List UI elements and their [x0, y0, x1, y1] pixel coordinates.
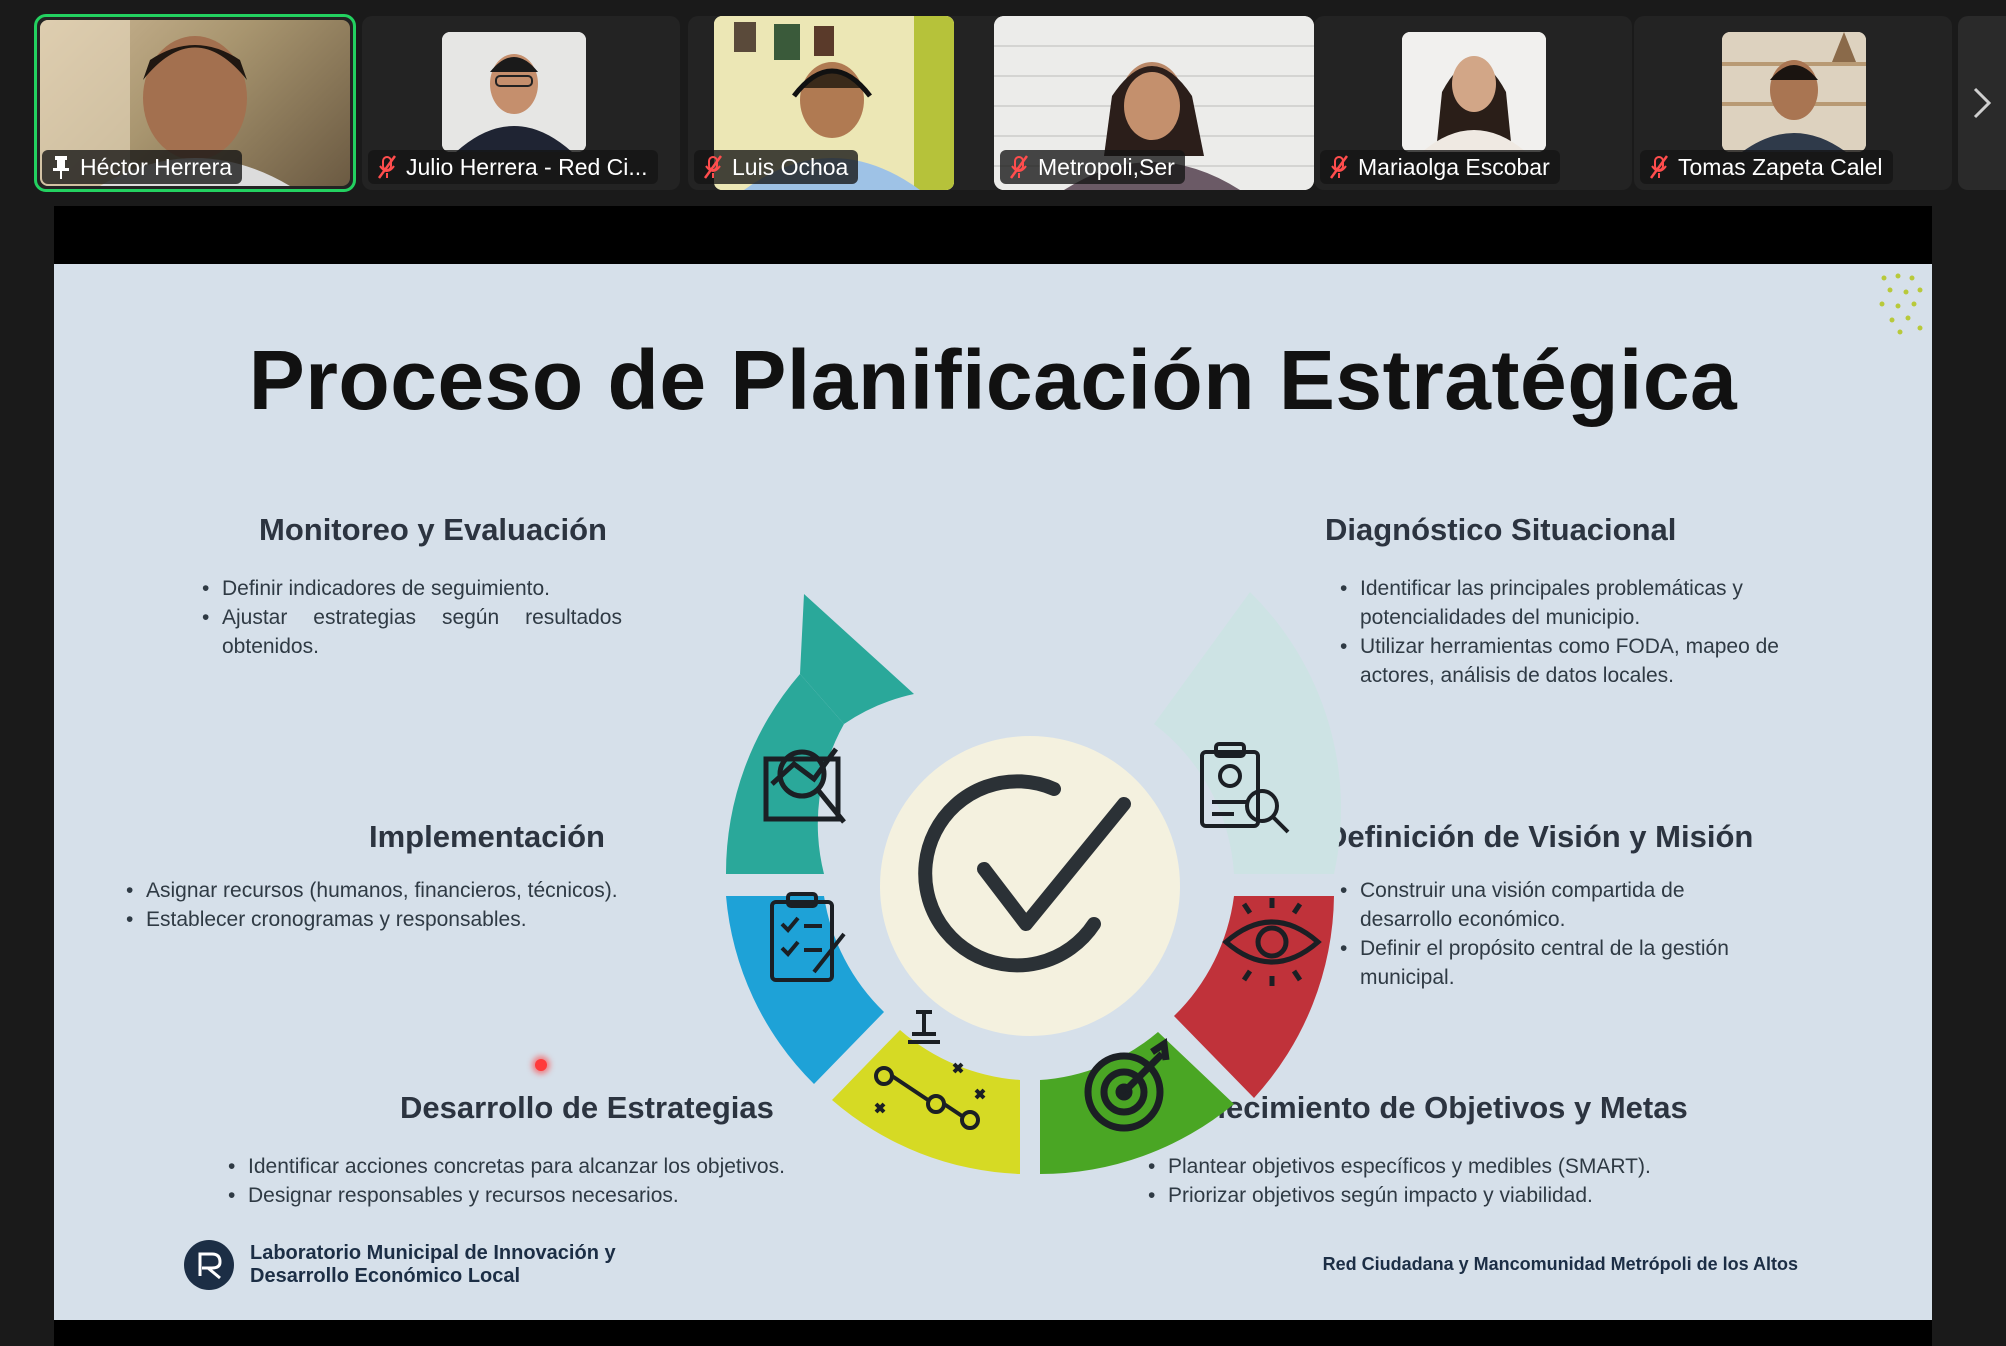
participant-nametag: Mariaolga Escobar [1320, 150, 1560, 184]
participant-name: Metropoli,Ser [1038, 154, 1175, 180]
muted-microphone-icon [1329, 155, 1349, 179]
participant-tile[interactable]: Julio Herrera - Red Ci... [362, 16, 680, 190]
muted-microphone-icon [377, 155, 397, 179]
participant-name: Héctor Herrera [80, 154, 233, 180]
participant-tile[interactable]: Metropoli,Ser [994, 16, 1314, 190]
participant-gallery: Héctor Herrera Julio Herrera - Red Ci... [0, 0, 2006, 200]
section-title-diagnostico: Diagnóstico Situacional [1325, 512, 1677, 547]
footer-lab-name: Laboratorio Municipal de Innovación y De… [250, 1242, 616, 1287]
participant-video [442, 32, 586, 152]
pin-icon [53, 156, 69, 179]
footer-organization: Red Ciudadana y Mancomunidad Metrópoli d… [1322, 1254, 1798, 1274]
participant-name: Julio Herrera - Red Ci... [406, 154, 648, 180]
participant-tile[interactable]: Luis Ochoa [688, 16, 1006, 190]
gallery-next-button[interactable] [1958, 16, 2006, 190]
section-title-implementacion: Implementación [369, 819, 605, 854]
segment-estrategias [832, 1030, 1020, 1174]
section-list-monitoreo: Definir indicadores de seguimiento. Ajus… [202, 574, 622, 661]
participant-video [1722, 32, 1866, 152]
participant-nametag: Luis Ochoa [694, 150, 859, 184]
shared-slide: Proceso de Planificación Estratégica Mon… [54, 264, 1932, 1320]
participant-tile[interactable]: Mariaolga Escobar [1314, 16, 1632, 190]
participant-nametag: Julio Herrera - Red Ci... [368, 150, 658, 184]
list-item: Priorizar objetivos según impacto y viab… [1148, 1181, 1708, 1210]
participant-nametag: Metropoli,Ser [1000, 150, 1185, 184]
muted-microphone-icon [1649, 155, 1669, 179]
participant-nametag: Héctor Herrera [42, 150, 243, 184]
participant-tile[interactable]: Héctor Herrera [34, 14, 356, 192]
participant-tile[interactable]: Tomas Zapeta Calel [1634, 16, 1952, 190]
list-item: Establecer cronogramas y responsables. [126, 905, 686, 934]
list-item: Designar responsables y recursos necesar… [228, 1181, 848, 1210]
segment-diagnostico [1154, 592, 1342, 874]
shared-screen-bottom-band [54, 1320, 1932, 1346]
list-item: Asignar recursos (humanos, financieros, … [126, 876, 686, 905]
list-item: Ajustar estrategias según resultados obt… [202, 603, 622, 661]
chevron-right-icon [1973, 87, 1992, 119]
participant-nametag: Tomas Zapeta Calel [1640, 150, 1893, 184]
laser-pointer [535, 1059, 547, 1071]
participant-video [1402, 32, 1546, 152]
shared-screen-top-band [54, 206, 1932, 264]
muted-microphone-icon [703, 155, 723, 179]
slide-title: Proceso de Planificación Estratégica [248, 333, 1738, 427]
section-title-monitoreo: Monitoreo y Evaluación [259, 512, 607, 547]
footer-left: Laboratorio Municipal de Innovación y De… [184, 1240, 616, 1290]
participant-name: Luis Ochoa [732, 154, 849, 180]
section-list-implementacion: Asignar recursos (humanos, financieros, … [126, 876, 686, 934]
planning-cycle-diagram [725, 592, 1342, 1174]
list-item: Definir indicadores de seguimiento. [202, 574, 622, 603]
participant-name: Mariaolga Escobar [1358, 154, 1550, 180]
muted-microphone-icon [1009, 155, 1029, 179]
lab-logo [184, 1240, 234, 1290]
participant-name: Tomas Zapeta Calel [1678, 154, 1883, 180]
